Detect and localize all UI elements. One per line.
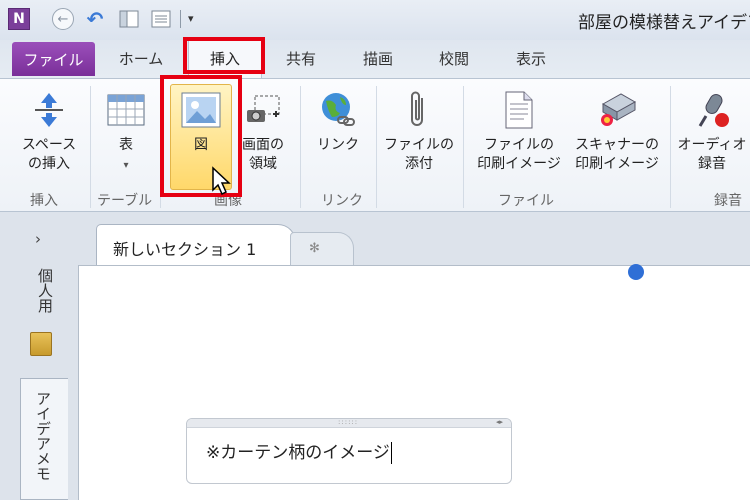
file-printout-icon	[499, 90, 539, 130]
record-audio-label: オーディオ 録音	[677, 136, 746, 174]
record-audio-label-line2: 録音	[698, 156, 726, 172]
section-tab[interactable]: 新しいセクション 1	[96, 224, 296, 266]
table-dropdown-arrow: ▾	[123, 160, 129, 171]
tab-home[interactable]: ホーム	[110, 48, 172, 74]
scanner-printout-button[interactable]: スキャナーの 印刷イメージ	[570, 84, 664, 188]
group-label-recording: 録音	[714, 193, 742, 209]
globe-link-icon	[318, 90, 358, 130]
tab-draw[interactable]: 描画	[355, 48, 401, 74]
sidebar-notebook-name: 個人用	[36, 268, 54, 313]
group-separator	[300, 86, 301, 208]
microphone-icon	[692, 90, 732, 130]
screen-clipping-label-line1: 画面の	[242, 137, 284, 153]
mouse-pointer-icon	[211, 166, 233, 200]
paperclip-icon	[399, 90, 439, 130]
customize-toolbar-icon[interactable]: ▾	[188, 12, 194, 25]
group-label-insert: 挿入	[30, 193, 58, 209]
file-printout-label-line1: ファイルの	[483, 137, 554, 153]
table-label-line1: 表	[119, 137, 133, 153]
group-label-files: ファイル	[498, 193, 554, 209]
table-button[interactable]: 表 ▾	[96, 84, 156, 188]
attach-file-label-line2: 添付	[405, 156, 433, 172]
note-resize-icon[interactable]: ◂▸	[496, 418, 503, 426]
page-marker	[628, 264, 644, 280]
link-button[interactable]: リンク	[307, 84, 369, 188]
file-printout-label: ファイルの印刷イメージ	[477, 136, 561, 174]
tab-file[interactable]: ファイル	[12, 42, 95, 76]
note-text-content: ※カーテン柄のイメージ	[206, 443, 390, 463]
attach-file-button[interactable]: ファイルの 添付	[382, 84, 456, 188]
table-icon	[106, 90, 146, 130]
dock-to-desktop-icon[interactable]	[118, 8, 140, 30]
new-section-tab[interactable]: ✻	[290, 232, 354, 266]
expand-navigation-icon[interactable]: ›	[35, 230, 41, 248]
record-audio-button[interactable]: オーディオ 録音	[674, 84, 750, 188]
sidebar-section-label: アイデアメモ	[34, 391, 52, 481]
group-label-links: リンク	[321, 193, 363, 209]
scanner-printout-label-line1: スキャナーの	[575, 137, 659, 153]
attach-file-label: ファイルの 添付	[384, 136, 454, 174]
insert-space-icon	[29, 90, 69, 130]
window-title: 部屋の模様替えアイデア	[578, 13, 750, 33]
tab-share[interactable]: 共有	[278, 48, 324, 74]
group-separator	[670, 86, 671, 208]
tab-view[interactable]: 表示	[508, 48, 554, 74]
sidebar-section-tab[interactable]: アイデアメモ	[20, 378, 68, 500]
onenote-app-icon[interactable]: N	[8, 8, 30, 30]
table-label: 表 ▾	[119, 136, 133, 175]
attach-file-label-line1: ファイルの	[384, 137, 454, 153]
group-separator	[376, 86, 377, 208]
group-separator	[463, 86, 464, 208]
screen-clipping-label-line2: 領域	[249, 156, 277, 172]
tab-review[interactable]: 校閲	[431, 48, 477, 74]
record-audio-label-line1: オーディオ	[677, 137, 747, 153]
screen-clipping-label: 画面の 領域	[242, 136, 284, 174]
note-grip-dots: ::::::	[338, 418, 359, 426]
insert-space-label: スペース の挿入	[22, 136, 76, 174]
back-icon[interactable]: ←	[52, 8, 74, 30]
group-label-tables: テーブル	[97, 193, 153, 209]
file-printout-label-line2: 印刷イメージ	[477, 156, 561, 172]
normal-view-icon[interactable]	[150, 8, 172, 30]
insert-space-label-line2: の挿入	[27, 156, 70, 172]
text-caret	[390, 442, 392, 464]
scanner-icon	[597, 90, 637, 130]
screen-clipping-button[interactable]: 画面の 領域	[233, 84, 293, 188]
screen-clipping-icon	[243, 90, 283, 130]
notebook-icon	[30, 332, 52, 356]
note-text[interactable]: ※カーテン柄のイメージ	[206, 438, 392, 464]
insert-space-label-line1: スペース	[21, 137, 77, 153]
toolbar-separator	[180, 10, 181, 28]
insert-tab-highlight	[183, 37, 265, 74]
group-separator	[90, 86, 91, 208]
insert-space-button[interactable]: スペース の挿入	[14, 84, 84, 188]
undo-icon[interactable]: ↶	[84, 7, 106, 31]
scanner-printout-label-line2: 印刷イメージ	[575, 156, 659, 172]
file-printout-button[interactable]: ファイルの印刷イメージ	[469, 84, 569, 188]
scanner-printout-label: スキャナーの 印刷イメージ	[575, 136, 659, 174]
link-label: リンク	[317, 137, 359, 153]
